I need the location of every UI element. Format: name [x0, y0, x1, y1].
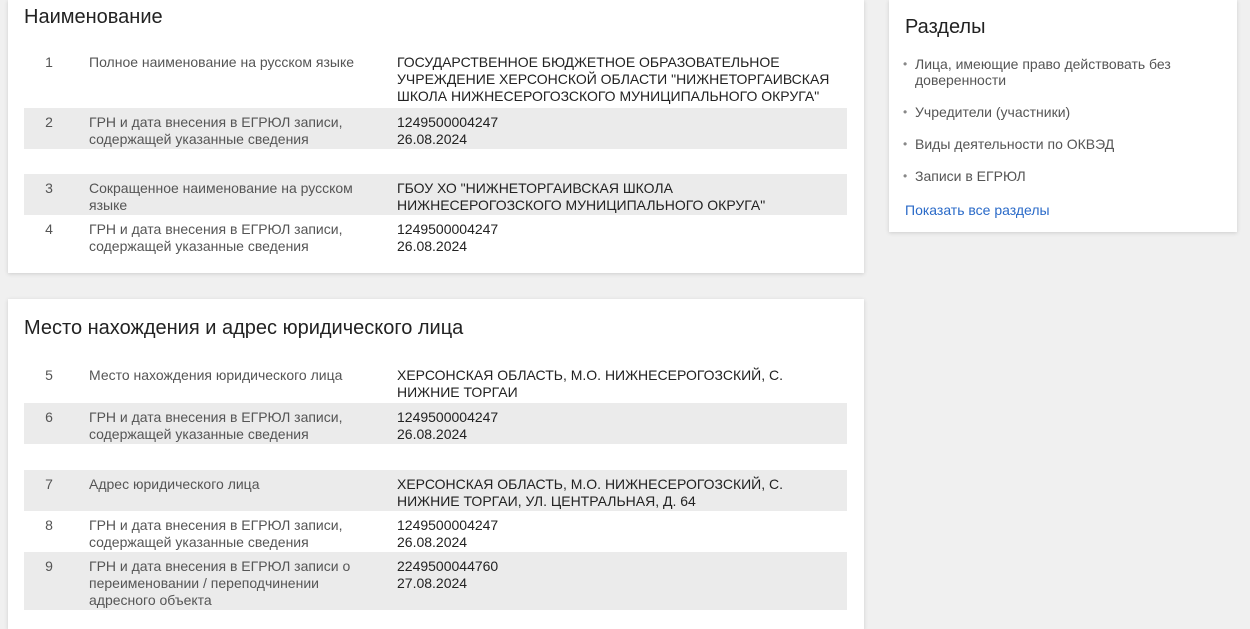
- row-value: 1249500004247 26.08.2024: [397, 517, 847, 551]
- row-value: ГБОУ ХО "НИЖНЕТОРГАИВСКАЯ ШКОЛА НИЖНЕСЕР…: [397, 180, 847, 214]
- row-value-line: ХЕРСОНСКАЯ ОБЛАСТЬ, М.О. НИЖНЕСЕРОГОЗСКИ…: [397, 476, 784, 492]
- row-label: Сокращенное наименование на русском язык…: [89, 180, 353, 213]
- row-label: ГРН и дата внесения в ЕГРЮЛ записи, соде…: [89, 517, 343, 550]
- table-row: 6 ГРН и дата внесения в ЕГРЮЛ записи, со…: [24, 403, 847, 444]
- row-value-line: НИЖНИЕ ТОРГАИ: [397, 384, 518, 400]
- row-value-line: 1249500004247: [397, 517, 499, 533]
- section-link-founders[interactable]: • Учредители (участники): [903, 104, 1223, 120]
- row-value: 1249500004247 26.08.2024: [397, 221, 847, 255]
- row-value: ГОСУДАРСТВЕННОЕ БЮДЖЕТНОЕ ОБРАЗОВАТЕЛЬНО…: [397, 54, 847, 105]
- table-row: 9 ГРН и дата внесения в ЕГРЮЛ записи о п…: [24, 552, 847, 610]
- row-label: Полное наименование на русском языке: [89, 54, 355, 70]
- row-label: ГРН и дата внесения в ЕГРЮЛ записи, соде…: [89, 114, 343, 147]
- table-row: 1 Полное наименование на русском языке Г…: [24, 48, 847, 108]
- row-value: 2249500044760 27.08.2024: [397, 558, 847, 592]
- row-number: 1: [45, 54, 53, 70]
- section-link-okved[interactable]: • Виды деятельности по ОКВЭД: [903, 136, 1223, 152]
- row-value: ХЕРСОНСКАЯ ОБЛАСТЬ, М.О. НИЖНЕСЕРОГОЗСКИ…: [397, 476, 847, 510]
- row-number: 7: [45, 476, 53, 492]
- row-value-line: ГОСУДАРСТВЕННОЕ БЮДЖЕТНОЕ ОБРАЗОВАТЕЛЬНО…: [397, 54, 780, 70]
- row-label: ГРН и дата внесения в ЕГРЮЛ записи, соде…: [89, 409, 343, 442]
- name-section-title: Наименование: [24, 6, 163, 28]
- row-value-line: 27.08.2024: [397, 575, 468, 591]
- bullet-icon: •: [903, 57, 908, 71]
- section-link-persons[interactable]: • Лица, имеющие право действовать без до…: [903, 56, 1223, 88]
- row-value-line: 1249500004247: [397, 409, 499, 425]
- row-value-line: 26.08.2024: [397, 426, 468, 442]
- row-value-line: ШКОЛА НИЖНЕСЕРОГОЗСКОГО МУНИЦИПАЛЬНОГО О…: [397, 88, 820, 104]
- table-row: 8 ГРН и дата внесения в ЕГРЮЛ записи, со…: [24, 511, 847, 552]
- section-link-label: Учредители (участники): [915, 104, 1071, 120]
- row-value-line: 26.08.2024: [397, 238, 468, 254]
- row-value-line: НИЖНЕСЕРОГОЗСКОГО МУНИЦИПАЛЬНОГО ОКРУГА": [397, 197, 766, 213]
- row-number: 9: [45, 558, 53, 574]
- row-value: ХЕРСОНСКАЯ ОБЛАСТЬ, М.О. НИЖНЕСЕРОГОЗСКИ…: [397, 367, 847, 401]
- row-label: ГРН и дата внесения в ЕГРЮЛ записи, соде…: [89, 221, 343, 254]
- section-link-label: Лица, имеющие право действовать без дове…: [915, 56, 1171, 88]
- table-row: 2 ГРН и дата внесения в ЕГРЮЛ записи, со…: [24, 108, 847, 149]
- bullet-icon: •: [903, 105, 908, 119]
- row-value-line: 1249500004247: [397, 221, 499, 237]
- row-value: 1249500004247 26.08.2024: [397, 114, 847, 148]
- section-link-label: Записи в ЕГРЮЛ: [915, 168, 1026, 184]
- table-row: 7 Адрес юридического лица ХЕРСОНСКАЯ ОБЛ…: [24, 470, 847, 511]
- table-row: 3 Сокращенное наименование на русском яз…: [24, 174, 847, 215]
- section-link-label: Виды деятельности по ОКВЭД: [915, 136, 1115, 152]
- bullet-icon: •: [903, 137, 908, 151]
- row-value-line: 26.08.2024: [397, 131, 468, 147]
- row-number: 3: [45, 180, 53, 196]
- address-section-title: Место нахождения и адрес юридического ли…: [24, 317, 464, 339]
- row-value-line: 1249500004247: [397, 114, 499, 130]
- bullet-icon: •: [903, 169, 908, 183]
- name-card: Наименование 1 Полное наименование на ру…: [8, 0, 864, 273]
- row-value-line: ХЕРСОНСКАЯ ОБЛАСТЬ, М.О. НИЖНЕСЕРОГОЗСКИ…: [397, 367, 784, 383]
- table-row: 5 Место нахождения юридического лица ХЕР…: [24, 361, 847, 403]
- row-number: 6: [45, 409, 53, 425]
- table-row: 4 ГРН и дата внесения в ЕГРЮЛ записи, со…: [24, 215, 847, 256]
- sections-title: Разделы: [905, 16, 986, 38]
- row-number: 2: [45, 114, 53, 130]
- row-label: Место нахождения юридического лица: [89, 367, 343, 383]
- row-number: 4: [45, 221, 53, 237]
- row-value-line: УЧРЕЖДЕНИЕ ХЕРСОНСКОЙ ОБЛАСТИ "НИЖНЕТОРГ…: [397, 71, 830, 87]
- sections-card: Разделы • Лица, имеющие право действоват…: [889, 0, 1237, 232]
- section-link-records[interactable]: • Записи в ЕГРЮЛ: [903, 168, 1223, 184]
- row-label: Адрес юридического лица: [89, 476, 260, 492]
- address-card: Место нахождения и адрес юридического ли…: [8, 299, 864, 629]
- row-value-line: ГБОУ ХО "НИЖНЕТОРГАИВСКАЯ ШКОЛА: [397, 180, 673, 196]
- row-number: 8: [45, 517, 53, 533]
- row-value-line: 26.08.2024: [397, 534, 468, 550]
- row-label: ГРН и дата внесения в ЕГРЮЛ записи о пер…: [89, 558, 351, 608]
- row-number: 5: [45, 367, 53, 383]
- row-value: 1249500004247 26.08.2024: [397, 409, 847, 443]
- show-all-sections-link[interactable]: Показать все разделы: [905, 202, 1050, 218]
- row-value-line: 2249500044760: [397, 558, 499, 574]
- row-value-line: НИЖНИЕ ТОРГАИ, УЛ. ЦЕНТРАЛЬНАЯ, Д. 64: [397, 493, 696, 509]
